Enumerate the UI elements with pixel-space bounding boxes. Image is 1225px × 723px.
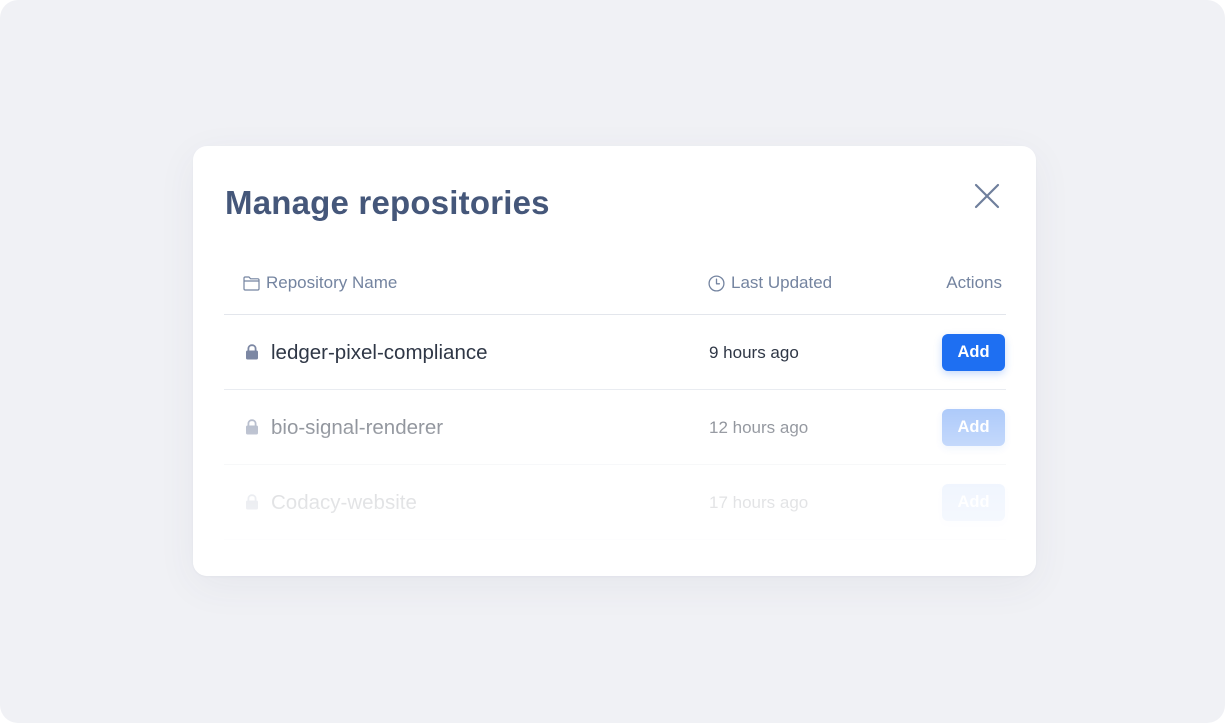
column-label-last-updated: Last Updated bbox=[731, 273, 833, 292]
repository-name: bio-signal-renderer bbox=[271, 416, 444, 439]
repositories-table: Repository Name Last Updated Actions led… bbox=[224, 254, 1006, 540]
column-header-repository-name[interactable]: Repository Name bbox=[243, 273, 397, 293]
add-button[interactable]: Add bbox=[942, 334, 1005, 371]
repository-name: ledger-pixel-compliance bbox=[271, 341, 488, 364]
table-row: bio-signal-renderer 12 hours ago Add bbox=[224, 390, 1006, 465]
folder-icon bbox=[243, 275, 260, 291]
table-row: Codacy-website 17 hours ago Add bbox=[224, 465, 1006, 540]
add-button[interactable]: Add bbox=[942, 409, 1005, 446]
last-updated-value: 17 hours ago bbox=[709, 493, 809, 512]
repository-name: Codacy-website bbox=[271, 491, 417, 514]
clock-icon bbox=[708, 274, 725, 292]
page-background: Manage repositories Repository Name Last… bbox=[0, 0, 1225, 723]
table-header: Repository Name Last Updated Actions bbox=[224, 254, 1006, 315]
column-label-actions: Actions bbox=[946, 273, 1002, 292]
close-button[interactable] bbox=[969, 178, 1005, 214]
manage-repositories-modal: Manage repositories Repository Name Last… bbox=[193, 146, 1036, 576]
last-updated-value: 9 hours ago bbox=[709, 343, 799, 362]
lock-icon bbox=[246, 344, 258, 360]
add-button[interactable]: Add bbox=[942, 484, 1005, 521]
column-label-repository-name: Repository Name bbox=[266, 273, 398, 292]
lock-icon bbox=[246, 494, 258, 510]
last-updated-value: 12 hours ago bbox=[709, 418, 809, 437]
modal-title: Manage repositories bbox=[225, 184, 550, 221]
column-header-actions: Actions bbox=[946, 273, 1002, 293]
lock-icon bbox=[246, 419, 258, 435]
column-header-last-updated[interactable]: Last Updated bbox=[708, 273, 832, 293]
close-icon bbox=[974, 183, 1000, 209]
table-row: ledger-pixel-compliance 9 hours ago Add bbox=[224, 315, 1006, 390]
